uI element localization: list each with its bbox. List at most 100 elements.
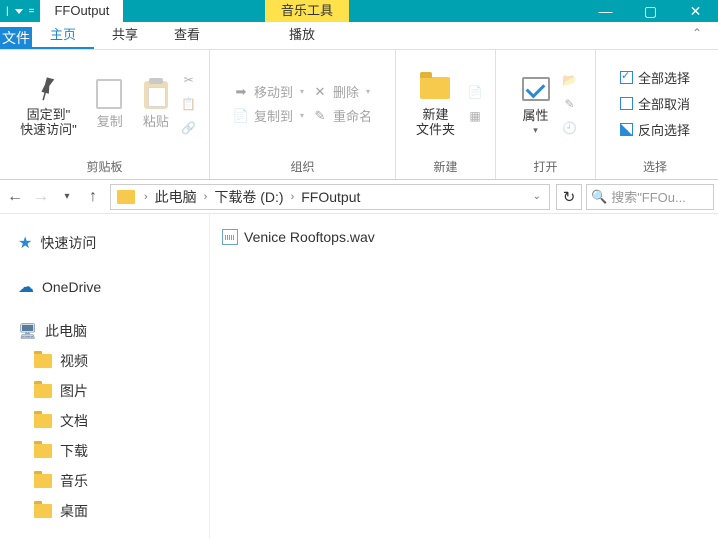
up-button[interactable]: ↑ xyxy=(82,186,104,208)
copy-icon xyxy=(99,82,121,108)
select-all-icon xyxy=(620,71,633,84)
rename-button[interactable]: ✎重命名 xyxy=(312,106,372,125)
forward-button[interactable]: → xyxy=(30,186,52,208)
nav-tree: ★快速访问 ☁OneDrive 🖥此电脑 视频 图片 文档 下载 音乐 桌面 xyxy=(0,214,210,539)
folder-icon xyxy=(34,474,52,488)
paste-shortcut-icon[interactable]: 🔗 xyxy=(181,120,197,136)
new-item-icon[interactable]: 📄 xyxy=(467,84,483,100)
star-icon: ★ xyxy=(18,233,32,253)
select-none-icon xyxy=(620,97,633,110)
content: ★快速访问 ☁OneDrive 🖥此电脑 视频 图片 文档 下载 音乐 桌面 V… xyxy=(0,214,718,539)
pin-quickaccess-button[interactable]: 固定到" 快速访问" xyxy=(10,69,87,139)
properties-button[interactable]: 属性 ▾ xyxy=(512,70,560,138)
delete-button[interactable]: ✕删除▾ xyxy=(312,82,372,101)
crumb-thispc[interactable]: 此电脑 xyxy=(153,187,199,207)
tree-video[interactable]: 视频 xyxy=(0,346,209,376)
group-new: 新建 文件夹 📄 ▦ 新建 xyxy=(396,50,496,179)
folder-icon xyxy=(420,77,450,99)
wav-file-icon xyxy=(222,229,238,245)
back-button[interactable]: ← xyxy=(4,186,26,208)
clipboard-mini-col: ✂ 📋 🔗 xyxy=(179,68,199,140)
ribbon-tabs: 文件 主页 共享 查看 播放 ⌃ xyxy=(0,22,718,50)
address-folder-icon xyxy=(117,190,135,204)
tab-file[interactable]: 文件 xyxy=(0,27,32,49)
group-clipboard: 固定到" 快速访问" 复制 粘贴 ✂ 📋 🔗 剪贴板 xyxy=(0,50,210,179)
address-dropdown[interactable]: ⌄ xyxy=(527,191,547,202)
easy-access-icon[interactable]: ▦ xyxy=(467,108,483,124)
search-placeholder: 搜索"FFOu... xyxy=(611,187,686,206)
search-box[interactable]: 🔍 搜索"FFOu... xyxy=(586,184,714,210)
address-bar[interactable]: › 此电脑 › 下载卷 (D:) › FFOutput ⌄ xyxy=(110,184,550,210)
copy-path-icon[interactable]: 📋 xyxy=(181,96,197,112)
tree-desktop[interactable]: 桌面 xyxy=(0,496,209,526)
rename-icon: ✎ xyxy=(312,108,328,124)
close-button[interactable]: ✕ xyxy=(673,0,718,22)
search-icon: 🔍 xyxy=(591,189,607,205)
tree-onedrive[interactable]: ☁OneDrive xyxy=(0,272,209,302)
crumb-folder[interactable]: FFOutput xyxy=(299,189,362,205)
qat-dropdown-icon[interactable] xyxy=(15,9,23,14)
new-folder-button[interactable]: 新建 文件夹 xyxy=(406,69,465,139)
file-name: Venice Rooftops.wav xyxy=(244,229,375,245)
nav-bar: ← → ▾ ↑ › 此电脑 › 下载卷 (D:) › FFOutput ⌄ ↻ … xyxy=(0,180,718,214)
folder-icon xyxy=(34,354,52,368)
open-icon[interactable]: 📂 xyxy=(562,72,578,88)
group-select-label: 选择 xyxy=(643,155,667,177)
group-new-label: 新建 xyxy=(433,155,457,177)
pc-icon: 🖥 xyxy=(18,322,37,340)
select-all-button[interactable]: 全部选择 xyxy=(620,68,690,87)
qat-eq-icon: = xyxy=(29,6,35,17)
tab-home[interactable]: 主页 xyxy=(32,21,94,49)
tab-play[interactable]: 播放 xyxy=(265,21,339,49)
copyto-icon: 📄 xyxy=(233,108,249,124)
ribbon: 固定到" 快速访问" 复制 粘贴 ✂ 📋 🔗 剪贴板 ➡移动到▾ 📄复制到▾ xyxy=(0,50,718,180)
history-icon[interactable]: 🕘 xyxy=(562,120,578,136)
tree-pictures[interactable]: 图片 xyxy=(0,376,209,406)
tree-music[interactable]: 音乐 xyxy=(0,466,209,496)
tree-quick-access[interactable]: ★快速访问 xyxy=(0,228,209,258)
tree-downloads[interactable]: 下载 xyxy=(0,436,209,466)
crumb-sep-2[interactable]: › xyxy=(286,191,300,203)
select-none-button[interactable]: 全部取消 xyxy=(620,94,690,113)
group-clipboard-label: 剪贴板 xyxy=(86,155,122,177)
refresh-button[interactable]: ↻ xyxy=(556,184,582,210)
paste-button[interactable]: 粘贴 xyxy=(133,76,179,131)
crumb-sep-0[interactable]: › xyxy=(139,191,153,203)
paste-icon xyxy=(144,81,168,109)
cloud-icon: ☁ xyxy=(18,277,34,297)
file-item[interactable]: Venice Rooftops.wav xyxy=(220,226,708,248)
group-organize: ➡移动到▾ 📄复制到▾ ✕删除▾ ✎重命名 组织 xyxy=(210,50,396,179)
minimize-ribbon-icon[interactable]: ⌃ xyxy=(692,26,702,40)
tab-share[interactable]: 共享 xyxy=(94,21,156,49)
folder-icon xyxy=(34,414,52,428)
folder-icon xyxy=(34,444,52,458)
cut-icon[interactable]: ✂ xyxy=(181,72,197,88)
minimize-button[interactable]: — xyxy=(583,0,628,22)
delete-icon: ✕ xyxy=(312,84,328,100)
group-open: 属性 ▾ 📂 ✎ 🕘 打开 xyxy=(496,50,596,179)
new-mini-col: 📄 ▦ xyxy=(465,80,485,128)
crumb-sep-1[interactable]: › xyxy=(199,191,213,203)
folder-icon xyxy=(34,384,52,398)
invert-selection-button[interactable]: 反向选择 xyxy=(620,120,690,139)
group-select: 全部选择 全部取消 反向选择 选择 xyxy=(596,50,714,179)
qat-separator-icon: | xyxy=(6,6,9,17)
edit-icon[interactable]: ✎ xyxy=(562,96,578,112)
invert-icon xyxy=(620,123,633,136)
tab-view[interactable]: 查看 xyxy=(156,21,218,49)
copy-to-button[interactable]: 📄复制到▾ xyxy=(233,106,304,125)
crumb-drive[interactable]: 下载卷 (D:) xyxy=(212,187,285,207)
move-to-button[interactable]: ➡移动到▾ xyxy=(233,82,304,101)
pin-icon xyxy=(31,70,67,106)
quick-access-toolbar: | = xyxy=(0,6,34,17)
group-open-label: 打开 xyxy=(533,155,557,177)
copy-button[interactable]: 复制 xyxy=(87,76,133,131)
maximize-button[interactable]: ▢ xyxy=(628,0,673,22)
recent-dropdown[interactable]: ▾ xyxy=(56,186,78,208)
properties-icon xyxy=(522,77,550,101)
group-organize-label: 组织 xyxy=(290,155,314,177)
tree-this-pc[interactable]: 🖥此电脑 xyxy=(0,316,209,346)
tree-documents[interactable]: 文档 xyxy=(0,406,209,436)
file-list: Venice Rooftops.wav xyxy=(210,214,718,539)
titlebar: | = FFOutput 音乐工具 — ▢ ✕ xyxy=(0,0,718,22)
